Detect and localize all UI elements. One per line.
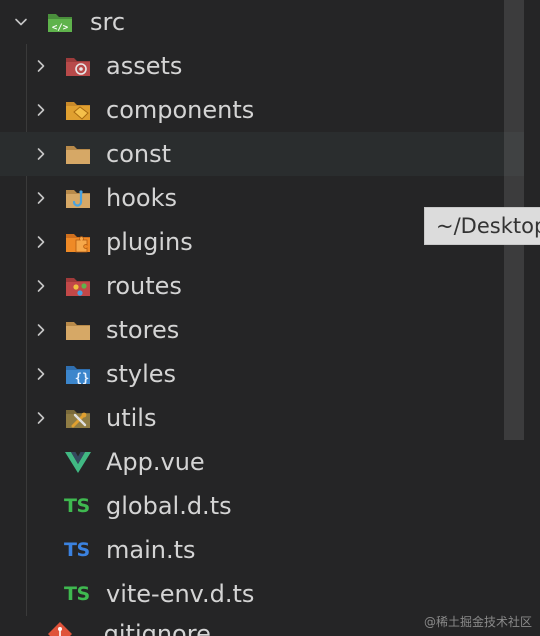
- tree-item-src[interactable]: </> src: [0, 0, 524, 44]
- tree-item-vite-env-d-ts[interactable]: TS vite-env.d.ts: [0, 572, 524, 616]
- watermark: @稀土掘金技术社区: [423, 615, 532, 629]
- typescript-icon: TS: [64, 539, 90, 561]
- tree-item-global-d-ts[interactable]: TS global.d.ts: [0, 484, 524, 528]
- tooltip-text: ~/Desktop: [436, 214, 540, 238]
- tree-item-const[interactable]: const: [0, 132, 524, 176]
- svg-text:</>: </>: [52, 23, 69, 33]
- vue-icon: [64, 449, 92, 475]
- tree-item-label: src: [90, 8, 126, 36]
- folder-plugins-icon: [64, 229, 92, 255]
- chevron-right-icon[interactable]: [34, 235, 48, 249]
- file-explorer: </> src assets components const hooks pl…: [0, 0, 540, 636]
- chevron-right-icon[interactable]: [34, 367, 48, 381]
- chevron-right-icon[interactable]: [34, 59, 48, 73]
- tree-item-label: utils: [106, 404, 157, 432]
- folder-src-open-icon: </>: [46, 9, 74, 35]
- folder-components-icon: [64, 97, 92, 123]
- tree-item-app-vue[interactable]: App.vue: [0, 440, 524, 484]
- tree-item-label: const: [106, 140, 172, 168]
- tree-item-styles[interactable]: {} styles: [0, 352, 524, 396]
- tree-item-label: global.d.ts: [106, 492, 232, 520]
- chevron-right-icon[interactable]: [34, 279, 48, 293]
- tree-item-label: assets: [106, 52, 183, 80]
- chevron-right-icon[interactable]: [34, 323, 48, 337]
- tree-item-label: routes: [106, 272, 182, 300]
- ts-definition-icon: TS: [64, 583, 90, 605]
- tree-item-label: App.vue: [106, 448, 205, 476]
- path-tooltip: ~/Desktop: [424, 207, 540, 245]
- tree-item-label: hooks: [106, 184, 177, 212]
- tree-item-label: stores: [106, 316, 180, 344]
- tree-item-label: vite-env.d.ts: [106, 580, 255, 608]
- chevron-right-icon[interactable]: [34, 103, 48, 117]
- tree-item-utils[interactable]: utils: [0, 396, 524, 440]
- chevron-right-icon[interactable]: [34, 411, 48, 425]
- svg-text:{}: {}: [75, 371, 89, 385]
- tree-item-label: main.ts: [106, 536, 196, 564]
- tree-item-label: .gitignore: [96, 620, 211, 636]
- folder-icon: [64, 317, 92, 343]
- folder-assets-icon: [64, 53, 92, 79]
- tree-item-routes[interactable]: routes: [0, 264, 524, 308]
- chevron-right-icon[interactable]: [34, 191, 48, 205]
- folder-styles-icon: {}: [64, 361, 92, 387]
- git-icon: [46, 620, 74, 636]
- chevron-down-icon[interactable]: [14, 15, 28, 29]
- tree-item-assets[interactable]: assets: [0, 44, 524, 88]
- folder-hooks-icon: [64, 185, 92, 211]
- ts-definition-icon: TS: [64, 495, 90, 517]
- folder-icon: [64, 141, 92, 167]
- tree-item-stores[interactable]: stores: [0, 308, 524, 352]
- tree-item-main-ts[interactable]: TS main.ts: [0, 528, 524, 572]
- tree-item-label: plugins: [106, 228, 193, 256]
- tree-item-label: styles: [106, 360, 177, 388]
- chevron-right-icon[interactable]: [34, 147, 48, 161]
- tree-item-components[interactable]: components: [0, 88, 524, 132]
- folder-utils-icon: [64, 405, 92, 431]
- folder-routes-icon: [64, 273, 92, 299]
- tree-item-label: components: [106, 96, 255, 124]
